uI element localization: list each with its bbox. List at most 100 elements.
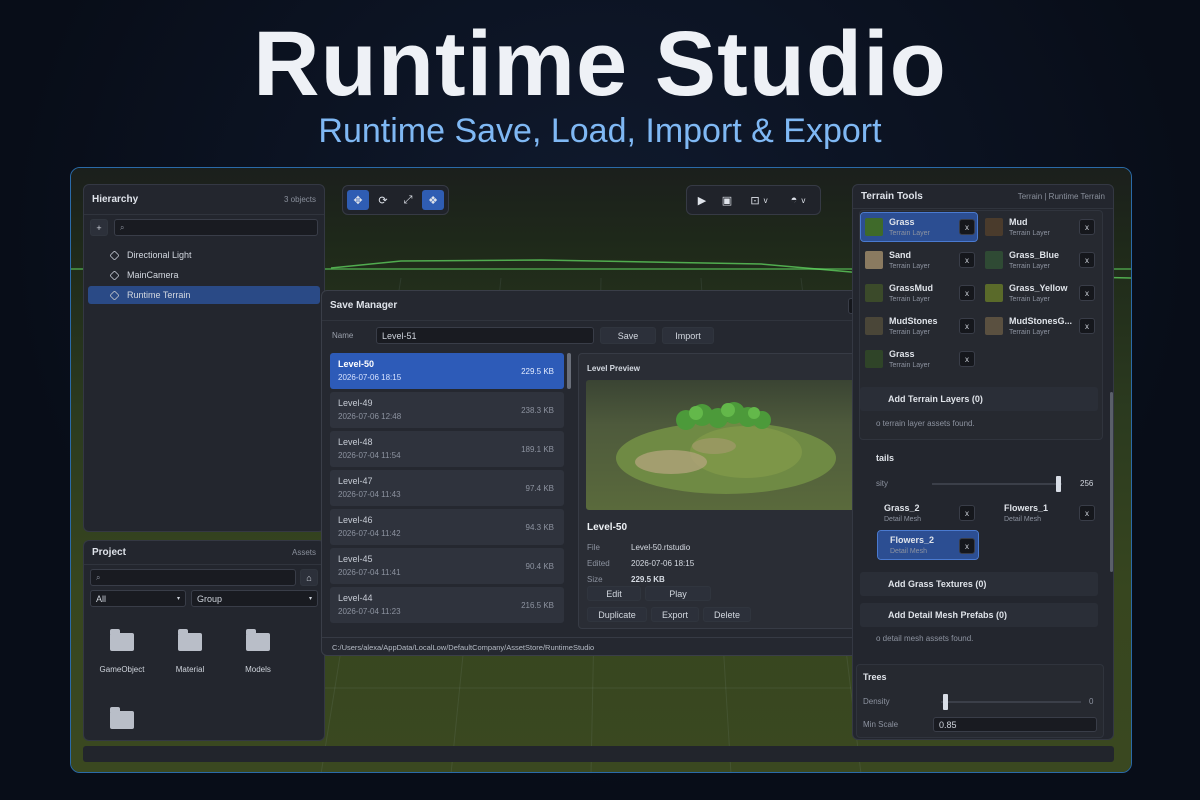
project-panel: Project Assets ⌕ ⌂ All ▾ Group ▾ GameObject… xyxy=(83,540,325,741)
trees-density-label: Density xyxy=(863,697,890,706)
remove-layer-button[interactable]: x xyxy=(959,219,975,235)
remove-layer-button[interactable]: x xyxy=(1079,318,1095,334)
project-search-input[interactable]: ⌕ xyxy=(90,569,296,586)
save-list-item[interactable]: Level-46 2026-07-04 11:42 94.3 KB xyxy=(330,509,564,545)
remove-layer-button[interactable]: x xyxy=(1079,219,1095,235)
remove-layer-button[interactable]: x xyxy=(1079,285,1095,301)
detail-type: Detail Mesh xyxy=(1004,516,1041,523)
filter-all-select[interactable]: All ▾ xyxy=(90,590,186,607)
save-name: Level-46 xyxy=(338,515,373,525)
density-slider-handle[interactable] xyxy=(1056,476,1061,492)
cube-icon xyxy=(109,249,120,261)
remove-layer-button[interactable]: x xyxy=(959,285,975,301)
home-icon[interactable]: ⌂ xyxy=(300,569,318,586)
hierarchy-item-label: Directional Light xyxy=(127,250,192,260)
remove-layer-button[interactable]: x xyxy=(959,351,975,367)
folder-gameobject[interactable]: GameObject xyxy=(92,629,152,674)
hierarchy-item-label: Runtime Terrain xyxy=(127,290,191,300)
folder-icon xyxy=(178,629,202,651)
layer-type: Terrain Layer xyxy=(889,263,930,270)
density-slider[interactable] xyxy=(932,476,1062,492)
delete-button[interactable]: Delete xyxy=(703,607,751,622)
remove-detail-button[interactable]: x xyxy=(1079,505,1095,521)
layer-type: Terrain Layer xyxy=(889,296,930,303)
save-list-item[interactable]: Level-48 2026-07-04 11:54 189.1 KB xyxy=(330,431,564,467)
min-scale-input[interactable]: 0.85 xyxy=(933,717,1097,732)
folder-label: Models xyxy=(245,665,271,674)
name-label: Name xyxy=(332,331,354,340)
rotate-icon[interactable]: ⟳ xyxy=(372,190,394,210)
filter-group-select[interactable]: Group ▾ xyxy=(191,590,318,607)
filter-all-label: All xyxy=(96,593,107,604)
save-icon[interactable]: ▣ xyxy=(716,190,738,210)
save-button[interactable]: Save xyxy=(600,327,656,344)
folder-unnamed[interactable] xyxy=(92,707,152,743)
import-button[interactable]: Import xyxy=(662,327,714,344)
remove-layer-button[interactable]: x xyxy=(1079,252,1095,268)
folder-label: Material xyxy=(175,665,205,674)
remove-layer-button[interactable]: x xyxy=(959,252,975,268)
trees-density-handle[interactable] xyxy=(943,694,948,710)
play-icon[interactable]: ▶ xyxy=(691,190,713,210)
status-bar xyxy=(83,746,1114,762)
remove-detail-button[interactable]: x xyxy=(959,505,975,521)
save-list[interactable]: Level-50 2026-07-06 18:15 229.5 KB Level-4… xyxy=(330,353,564,627)
layer-name: Grass_Blue xyxy=(1009,250,1060,260)
layer-thumbnail xyxy=(865,317,883,335)
layer-name: GrassMud xyxy=(889,283,934,293)
tab-assets[interactable]: Assets xyxy=(292,548,316,557)
save-size: 97.4 KB xyxy=(525,484,554,493)
add-detail-mesh-button[interactable]: Add Detail Mesh Prefabs (0) xyxy=(860,603,1098,627)
export-button[interactable]: Export xyxy=(651,607,699,622)
add-object-button[interactable]: + xyxy=(90,219,108,236)
add-grass-textures-button[interactable]: Add Grass Textures (0) xyxy=(860,572,1098,596)
save-list-item[interactable]: Level-47 2026-07-04 11:43 97.4 KB xyxy=(330,470,564,506)
density-label: sity xyxy=(876,479,888,488)
move-icon[interactable]: ✥ xyxy=(347,190,369,210)
detail-type: Detail Mesh xyxy=(884,516,921,523)
scale-icon[interactable]: ⤢ xyxy=(397,190,419,210)
add-terrain-layers-button[interactable]: Add Terrain Layers (0) xyxy=(860,387,1098,411)
save-list-item[interactable]: Level-45 2026-07-04 11:41 90.4 KB xyxy=(330,548,564,584)
play-button[interactable]: Play xyxy=(645,586,711,601)
hierarchy-item[interactable]: Runtime Terrain xyxy=(88,286,320,304)
hierarchy-search-input[interactable]: ⌕ xyxy=(114,219,318,236)
hero-subtitle: Runtime Save, Load, Import & Export xyxy=(318,112,882,150)
save-list-item[interactable]: Level-49 2026-07-06 12:48 238.3 KB xyxy=(330,392,564,428)
save-path: C:/Users/alexa/AppData/LocalLow/DefaultC… xyxy=(322,637,872,655)
transform-toolbar: ✥ ⟳ ⤢ ❖ xyxy=(342,185,449,215)
terrain-brush-icon[interactable]: ❖ xyxy=(422,190,444,210)
cube-icon xyxy=(109,269,120,281)
layer-type: Terrain Layer xyxy=(889,329,930,336)
terrain-scrollbar[interactable] xyxy=(1110,392,1113,572)
hierarchy-item[interactable]: MainCamera xyxy=(88,266,320,284)
save-list-item[interactable]: Level-50 2026-07-06 18:15 229.5 KB xyxy=(330,353,564,389)
hierarchy-item[interactable]: Directional Light xyxy=(88,246,320,264)
detail-name: Flowers_1 xyxy=(1004,503,1049,513)
terrain-tools-title: Terrain Tools xyxy=(861,191,923,202)
layer-name: Sand xyxy=(889,250,912,260)
save-size: 229.5 KB xyxy=(521,367,554,376)
layer-name: MudStonesG... xyxy=(1009,316,1072,326)
hierarchy-item-label: MainCamera xyxy=(127,270,179,280)
edit-button[interactable]: Edit xyxy=(587,586,641,601)
gizmo-icon[interactable]: ⊡ v xyxy=(741,190,777,210)
remove-layer-button[interactable]: x xyxy=(959,318,975,334)
remove-detail-button[interactable]: x xyxy=(959,538,975,554)
save-size: 238.3 KB xyxy=(521,406,554,415)
save-list-scrollbar[interactable] xyxy=(567,353,571,389)
layer-thumbnail xyxy=(865,350,883,368)
save-size: 94.3 KB xyxy=(525,523,554,532)
folder-material[interactable]: Material xyxy=(160,629,220,674)
trees-density-slider[interactable] xyxy=(941,694,1081,710)
save-list-item[interactable]: Level-44 2026-07-04 11:23 216.5 KB xyxy=(330,587,564,623)
duplicate-button[interactable]: Duplicate xyxy=(587,607,647,622)
save-size: 189.1 KB xyxy=(521,445,554,454)
folder-icon xyxy=(110,629,134,651)
cube-icon xyxy=(109,289,120,301)
sphere-icon[interactable]: ◓ v xyxy=(780,190,816,210)
save-name-input[interactable]: Level-51 xyxy=(376,327,594,344)
folder-models[interactable]: Models xyxy=(228,629,288,674)
layer-type: Terrain Layer xyxy=(1009,296,1050,303)
min-scale-label: Min Scale xyxy=(863,720,899,729)
